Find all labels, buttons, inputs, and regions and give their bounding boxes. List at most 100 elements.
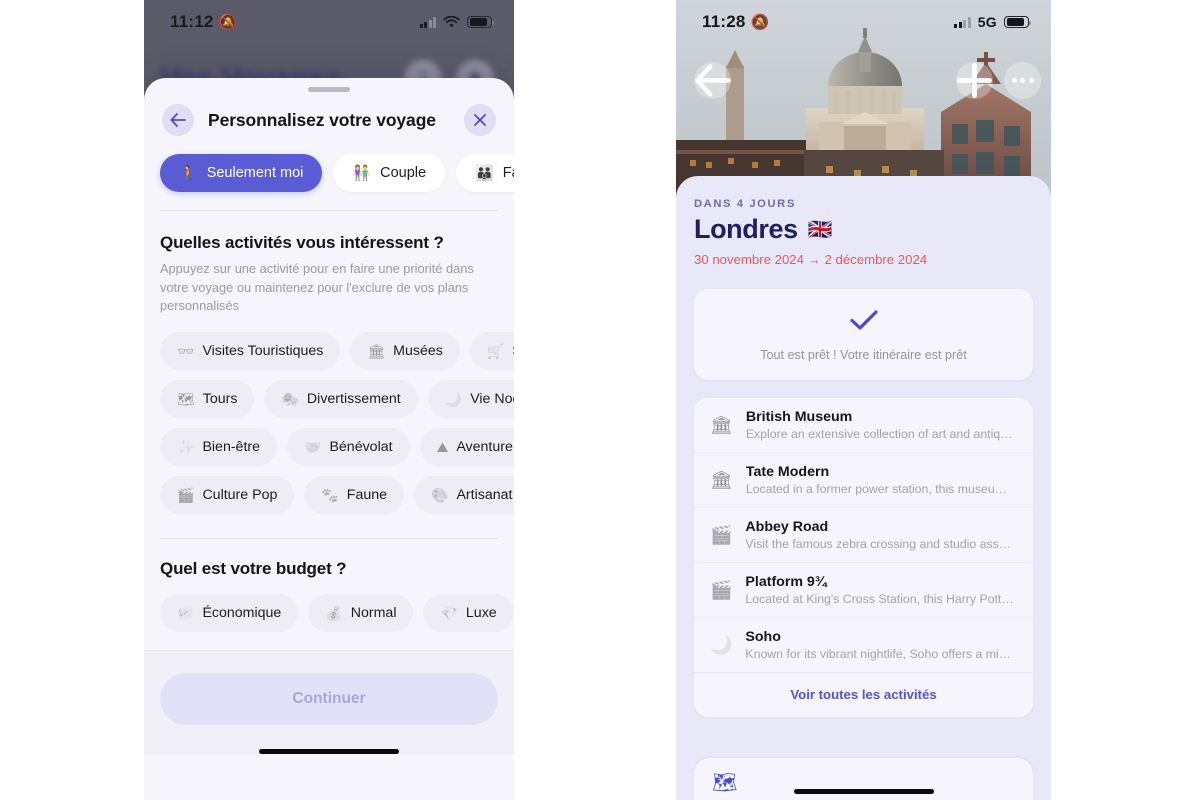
activity-chip-sightseeing[interactable]: 👓 Visites Touristiques <box>160 331 341 370</box>
hero-back-button[interactable] <box>694 62 731 99</box>
list-item-text: Tate Modern Located in a former power st… <box>746 464 1017 496</box>
activity-chip-tours[interactable]: 🗺 Tours <box>160 379 255 418</box>
activity-chip-museums[interactable]: 🏛 Musées <box>350 331 460 370</box>
screenshot-canvas: Vos Voyages ⇩ ✺ 11:12 🔕 <box>0 0 1200 800</box>
activity-name: British Museum <box>745 409 853 425</box>
continue-button[interactable]: Continuer <box>160 672 498 725</box>
battery-icon <box>467 15 494 29</box>
clapperboard-icon: 🎬 <box>710 524 733 545</box>
battery-icon <box>1004 15 1031 29</box>
activity-chip-shopping[interactable]: 🛒 Shopping <box>469 331 514 370</box>
list-item[interactable]: 🏛 Tate Modern Located in a former power … <box>694 453 1033 508</box>
activity-chip-nightlife[interactable]: 🌙 Vie Nocturne <box>427 379 514 418</box>
budget-section: Quel est votre budget ? 🐖 Économique 💰 Nor… <box>144 539 514 632</box>
check-icon-svg <box>849 310 878 330</box>
check-icon <box>710 309 1017 335</box>
bottom-toolbar: 🗺 <box>694 758 1033 800</box>
wifi-icon <box>443 15 460 27</box>
clapperboard-icon: 🎬 <box>177 486 195 503</box>
traveller-option-label: Famille <box>502 165 514 181</box>
right-status-left: 11:28 🔕 <box>702 12 769 32</box>
chip-label: Économique <box>202 604 282 621</box>
left-status-right <box>419 15 494 29</box>
chip-label: Visites Touristiques <box>202 342 324 359</box>
right-status-bar: 11:28 🔕 5G <box>676 0 1051 44</box>
sheet-header: Personnalisez votre voyage <box>144 92 514 150</box>
chip-label: Culture Pop <box>202 486 278 503</box>
activities-list-card: 🏛 British Museum Explore an extensive co… <box>694 398 1033 717</box>
binoculars-icon: 👓 <box>177 342 195 359</box>
traveller-option-couple[interactable]: 👫 Couple <box>333 154 446 192</box>
itinerary-ready-text: Tout est prêt ! Votre itinéraire est prê… <box>760 348 967 362</box>
museum-icon: 🏛 <box>367 342 386 359</box>
budget-chip-normal[interactable]: 💰 Normal <box>308 593 414 632</box>
paw-icon: 🐾 <box>321 486 339 503</box>
activity-chip-group[interactable]: 👓Visites Touristiques 🏛Musées 🛒Shopping … <box>160 331 514 514</box>
status-time: 11:28 <box>702 12 746 31</box>
chip-label: Vie Nocturne <box>470 390 514 407</box>
moon-icon: 🌙 <box>444 390 463 407</box>
more-options-button[interactable] <box>1004 62 1041 99</box>
chip-label: Bénévolat <box>329 438 393 455</box>
sheet-title: Personnalisez votre voyage <box>208 109 436 130</box>
activities-hint: Appuyez sur une activité pour en faire u… <box>160 261 474 314</box>
home-indicator <box>259 748 399 754</box>
list-item-text: British Museum Explore an extensive coll… <box>746 409 1017 441</box>
list-item[interactable]: 🎬 Abbey Road Visit the famous zebra cros… <box>694 508 1033 563</box>
right-status-right: 5G <box>954 14 1031 30</box>
traveller-type-row[interactable]: 🚶 Seulement moi 👫 Couple 👪 Famille <box>144 150 514 210</box>
activity-chip-popculture[interactable]: 🎬 Culture Pop <box>160 475 295 514</box>
list-item[interactable]: 🌙 Soho Known for its vibrant nightlife, … <box>694 618 1033 673</box>
activity-chip-wildlife[interactable]: 🐾 Faune <box>304 475 405 514</box>
budget-chip-economique[interactable]: 🐖 Économique <box>160 593 299 632</box>
activity-description: Located at King's Cross Station, this Ha… <box>745 592 1017 606</box>
clapperboard-icon: 🎬 <box>710 579 733 600</box>
activity-name: Soho <box>745 629 781 645</box>
theater-masks-icon: 🎭 <box>281 390 299 407</box>
phone-left: Vos Voyages ⇩ ✺ 11:12 🔕 <box>144 0 514 800</box>
close-button[interactable] <box>464 104 496 136</box>
list-item-text: Platform 9¾ Located at King's Cross Stat… <box>745 574 1017 606</box>
see-all-activities-link[interactable]: Voir toutes les activités <box>694 673 1033 717</box>
list-item[interactable]: 🎬 Platform 9¾ Located at King's Cross St… <box>694 563 1033 618</box>
itinerary-ready-card: Tout est prêt ! Votre itinéraire est prê… <box>694 289 1033 380</box>
traveller-option-solo[interactable]: 🚶 Seulement moi <box>160 154 323 192</box>
trip-detail-sheet: DANS 4 JOURS Londres 🇬🇧 30 novembre 2024… <box>676 176 1051 800</box>
person-icon: 🚶 <box>179 164 198 182</box>
budget-chip-luxe[interactable]: 💎 Luxe <box>423 593 514 632</box>
back-button[interactable] <box>162 104 194 136</box>
activity-chip-volunteering[interactable]: 🤝 Bénévolat <box>287 427 410 466</box>
sheet-scroll-body[interactable]: Quelles activités vous intéressent ? App… <box>144 211 514 800</box>
chip-label: Musées <box>393 342 443 359</box>
budget-chip-group[interactable]: 🐖 Économique 💰 Normal 💎 Luxe <box>160 593 514 632</box>
bell-slash-icon: 🔕 <box>750 14 770 31</box>
traveller-option-family[interactable]: 👪 Famille <box>456 154 514 192</box>
list-item[interactable]: 🏛 British Museum Explore an extensive co… <box>694 398 1033 453</box>
museum-icon: 🏛 <box>710 414 733 435</box>
phone-right: 11:28 🔕 5G DANS 4 JOURS Londres 🇬🇧 30 no… <box>676 0 1051 800</box>
activity-chip-crafts[interactable]: 🎨 Artisanat <box>414 475 514 514</box>
map-icon[interactable]: 🗺 <box>712 770 737 795</box>
moon-icon: 🌙 <box>710 634 733 655</box>
helping-hand-icon: 🤝 <box>304 438 322 455</box>
activities-section: Quelles activités vous intéressent ? App… <box>144 211 514 514</box>
chip-label: Faune <box>346 486 388 503</box>
palette-icon: 🎨 <box>431 486 449 503</box>
activity-chip-wellness[interactable]: ✨ Bien-être <box>160 427 278 466</box>
list-item-text: Abbey Road Visit the famous zebra crossi… <box>745 519 1017 551</box>
chip-label: Luxe <box>465 604 497 621</box>
activity-chip-entertainment[interactable]: 🎭 Divertissement <box>264 379 418 418</box>
add-activity-button[interactable] <box>956 62 993 99</box>
chip-label: Tours <box>202 390 238 407</box>
family-icon: 👪 <box>475 164 494 182</box>
activity-chip-adventure[interactable]: ⛰ Aventure <box>419 427 514 466</box>
sparkles-icon: ✨ <box>177 438 195 455</box>
trip-city: Londres 🇬🇧 <box>694 214 1033 245</box>
trip-countdown: DANS 4 JOURS <box>694 198 796 210</box>
piggy-bank-icon: 🐖 <box>177 604 195 621</box>
chip-label: Bien-être <box>202 438 261 455</box>
activity-description: Explore an extensive collection of art a… <box>745 427 1017 441</box>
left-status-bar: 11:12 🔕 <box>144 0 514 44</box>
chip-label: Normal <box>350 604 397 621</box>
activity-name: Abbey Road <box>745 519 829 535</box>
